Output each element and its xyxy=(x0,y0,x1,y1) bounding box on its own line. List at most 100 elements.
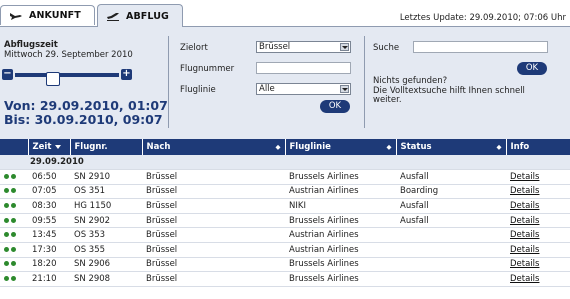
plane-takeoff-icon xyxy=(107,13,119,21)
cell-flight: SN 2908 xyxy=(70,271,142,287)
divider xyxy=(364,36,365,128)
search-ok-button[interactable]: OK xyxy=(517,62,547,75)
departure-date: Mittwoch 29. September 2010 xyxy=(4,50,133,60)
cell-time: 17:30 xyxy=(28,242,70,258)
tab-arrival-label: ANKUNFT xyxy=(29,10,81,21)
cell-airline: Brussels Airlines xyxy=(285,271,396,287)
cell-status: Ausfall xyxy=(396,198,506,214)
cell-airline: Austrian Airlines xyxy=(285,184,396,200)
table-row: 18:20 SN 2906 Brüssel Brussels Airlines Deta… xyxy=(0,257,570,273)
cell-time: 21:10 xyxy=(28,271,70,287)
column-header-time[interactable]: Zeit xyxy=(28,139,71,155)
cell-status: Boarding xyxy=(396,184,506,200)
status-dot-icon xyxy=(4,203,9,209)
cell-destination: Brüssel xyxy=(142,198,285,214)
cell-info: Details xyxy=(506,169,570,185)
table-row: 06:50 SN 2910 Brüssel Brussels Airlines Ausf… xyxy=(0,169,570,185)
slider-track[interactable] xyxy=(15,72,119,86)
airline-select[interactable]: Alle xyxy=(256,83,351,95)
cell-info: Details xyxy=(506,257,570,273)
chevron-down-icon xyxy=(340,85,349,93)
search-label: Suche xyxy=(373,43,400,53)
details-link[interactable]: Details xyxy=(510,186,539,196)
status-dots xyxy=(0,198,28,214)
cell-time: 09:55 xyxy=(28,213,70,229)
tab-departure[interactable]: ABFLUG xyxy=(97,4,183,27)
cell-airline: Austrian Airlines xyxy=(285,242,396,258)
cell-status: Ausfall xyxy=(396,169,506,185)
status-dot-icon xyxy=(11,232,16,238)
flight-number-input[interactable] xyxy=(256,62,351,74)
cell-airline: Brussels Airlines xyxy=(285,213,396,229)
destination-select[interactable]: Brüssel xyxy=(256,41,351,53)
plane-landing-icon xyxy=(10,12,22,20)
cell-info: Details xyxy=(506,213,570,229)
cell-airline: Brussels Airlines xyxy=(285,257,396,273)
details-link[interactable]: Details xyxy=(510,274,539,284)
details-link[interactable]: Details xyxy=(510,259,539,269)
search-input[interactable] xyxy=(413,41,548,53)
cell-info: Details xyxy=(506,271,570,287)
cell-flight: SN 2910 xyxy=(70,169,142,185)
details-link[interactable]: Details xyxy=(510,245,539,255)
range-to: Bis: 30.09.2010, 09:07 xyxy=(4,112,163,127)
details-link[interactable]: Details xyxy=(510,172,539,182)
cell-time: 06:50 xyxy=(28,169,70,185)
cell-airline: NIKI xyxy=(285,198,396,214)
search-hint: Nichts gefunden? Die Volltextsuche hilft … xyxy=(373,76,525,105)
cell-flight: OS 355 xyxy=(70,242,142,258)
filter-ok-button[interactable]: OK xyxy=(320,100,350,113)
departure-time-title: Abflugszeit xyxy=(4,40,58,50)
table-row: 13:45 OS 353 Brüssel Austrian Airlines Detai… xyxy=(0,227,570,244)
cell-status: Ausfall xyxy=(396,213,506,229)
details-link[interactable]: Details xyxy=(510,216,539,226)
cell-flight: SN 2902 xyxy=(70,213,142,229)
status-dots xyxy=(0,213,28,229)
table-row: 21:10 SN 2908 Brüssel Brussels Airlines Deta… xyxy=(0,271,570,287)
cell-time: 13:45 xyxy=(28,227,70,244)
cell-airline: Brussels Airlines xyxy=(285,169,396,185)
cell-destination: Brüssel xyxy=(142,227,285,244)
cell-flight: OS 353 xyxy=(70,227,142,244)
cell-status xyxy=(396,271,506,287)
status-dot-icon xyxy=(11,246,16,252)
cell-flight: OS 351 xyxy=(70,184,142,200)
status-dot-icon xyxy=(11,203,16,209)
divider xyxy=(168,36,169,128)
cell-time: 08:30 xyxy=(28,198,70,214)
range-from: Von: 29.09.2010, 01:07 xyxy=(4,98,168,113)
column-header-status[interactable]: Status ◆ xyxy=(396,139,507,155)
status-dot-icon xyxy=(4,246,9,252)
slider-thumb[interactable] xyxy=(46,72,60,86)
last-update-text: Letztes Update: 29.09.2010; 07:06 Uhr xyxy=(399,13,566,23)
sort-icon: ◆ xyxy=(496,143,502,151)
slider-plus-button[interactable]: + xyxy=(121,69,132,80)
cell-destination: Brüssel xyxy=(142,213,285,229)
destination-label: Zielort xyxy=(180,43,208,53)
details-link[interactable]: Details xyxy=(510,230,539,240)
cell-status xyxy=(396,242,506,258)
tab-arrival[interactable]: ANKUNFT xyxy=(0,5,95,25)
chevron-down-icon xyxy=(340,43,349,51)
status-dot-icon xyxy=(11,173,16,179)
status-dot-icon xyxy=(4,173,9,179)
table-header-row: Zeit Flugnr. Nach ◆ Fluglinie ◆ Status ◆ In… xyxy=(0,139,570,155)
status-dot-icon xyxy=(11,276,16,282)
details-link[interactable]: Details xyxy=(510,201,539,211)
column-header-destination[interactable]: Nach ◆ xyxy=(142,139,286,155)
cell-destination: Brüssel xyxy=(142,184,285,200)
cell-info: Details xyxy=(506,227,570,244)
cell-destination: Brüssel xyxy=(142,169,285,185)
table-row: 07:05 OS 351 Brüssel Austrian Airlines Board… xyxy=(0,184,570,200)
time-range-slider[interactable]: − + xyxy=(2,69,132,86)
date-group-row: 29.09.2010 xyxy=(0,155,570,171)
column-header-flight[interactable]: Flugnr. xyxy=(70,139,143,155)
status-dot-icon xyxy=(4,217,9,223)
airline-select-value: Alle xyxy=(259,84,275,94)
status-dot-icon xyxy=(4,276,9,282)
column-header-airline[interactable]: Fluglinie ◆ xyxy=(285,139,397,155)
status-dots xyxy=(0,271,28,287)
slider-minus-button[interactable]: − xyxy=(2,69,13,80)
tab-bar: ANKUNFT ABFLUG Letztes Update: 29.09.201… xyxy=(0,0,570,27)
status-dots xyxy=(0,184,28,200)
